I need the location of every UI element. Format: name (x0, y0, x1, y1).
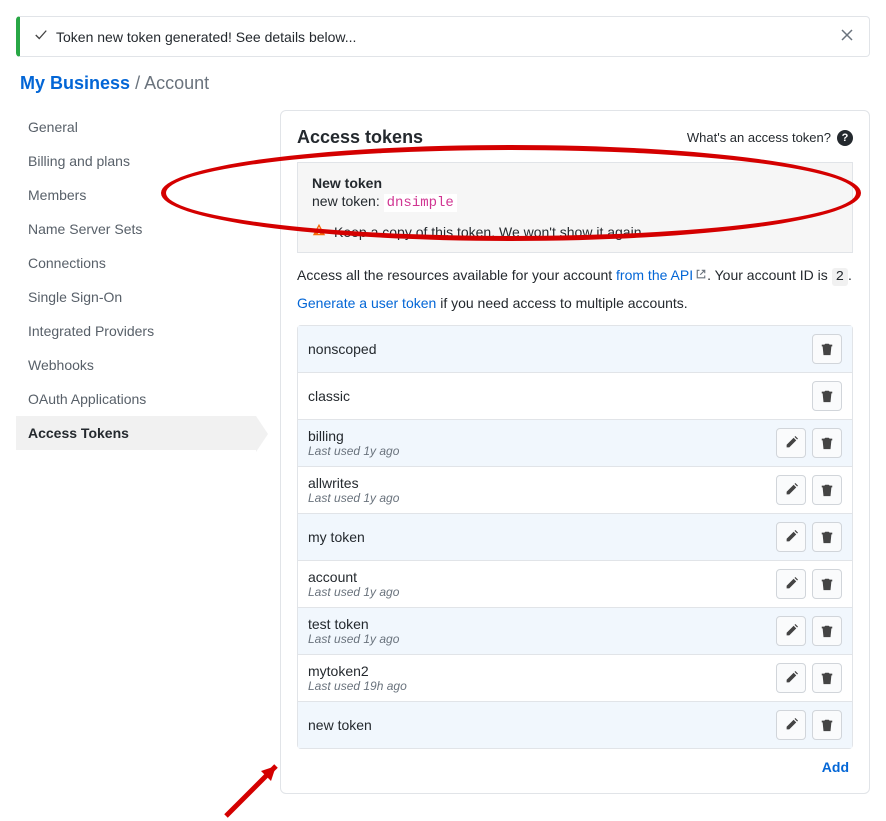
sidebar-item-billing-and-plans[interactable]: Billing and plans (16, 144, 256, 178)
delete-button[interactable] (812, 663, 842, 693)
token-row: nonscoped (298, 326, 852, 373)
token-name: classic (308, 388, 350, 404)
token-name: my token (308, 529, 365, 545)
token-name: new token (308, 717, 372, 733)
sidebar-item-integrated-providers[interactable]: Integrated Providers (16, 314, 256, 348)
warning-text: Keep a copy of this token. We won't show… (334, 224, 645, 240)
token-value: dnsimple (384, 194, 457, 212)
external-link-icon (695, 267, 707, 283)
annotation-arrow (221, 741, 301, 821)
token-meta: Last used 1y ago (308, 444, 399, 458)
token-name: allwrites (308, 475, 399, 491)
edit-button[interactable] (776, 616, 806, 646)
token-list: nonscopedclassicbillingLast used 1y agoa… (297, 325, 853, 749)
edit-button[interactable] (776, 710, 806, 740)
token-row: new token (298, 702, 852, 748)
token-row: accountLast used 1y ago (298, 561, 852, 608)
sidebar-item-name-server-sets[interactable]: Name Server Sets (16, 212, 256, 246)
edit-button[interactable] (776, 663, 806, 693)
token-name: nonscoped (308, 341, 377, 357)
sidebar-item-members[interactable]: Members (16, 178, 256, 212)
delete-button[interactable] (812, 710, 842, 740)
token-row: classic (298, 373, 852, 420)
token-meta: Last used 1y ago (308, 585, 399, 599)
token-name: mytoken2 (308, 663, 407, 679)
check-icon (34, 28, 48, 45)
api-link[interactable]: from the API (616, 267, 693, 283)
help-link[interactable]: What's an access token? ? (687, 130, 853, 146)
sidebar-item-general[interactable]: General (16, 110, 256, 144)
sidebar-item-access-tokens[interactable]: Access Tokens (16, 416, 256, 450)
delete-button[interactable] (812, 428, 842, 458)
new-token-box: New token new token: dnsimple Keep a cop… (297, 162, 853, 253)
sidebar: GeneralBilling and plansMembersName Serv… (16, 110, 256, 450)
breadcrumb: My Business / Account (16, 73, 870, 94)
edit-button[interactable] (776, 475, 806, 505)
add-button[interactable]: Add (822, 759, 849, 775)
edit-button[interactable] (776, 569, 806, 599)
user-token-line: Generate a user token if you need access… (297, 295, 853, 311)
alert-bar: Token new token generated! See details b… (16, 16, 870, 57)
alert-text: Token new token generated! See details b… (56, 29, 356, 45)
token-name: billing (308, 428, 399, 444)
sidebar-item-single-sign-on[interactable]: Single Sign-On (16, 280, 256, 314)
token-meta: Last used 1y ago (308, 632, 399, 646)
edit-button[interactable] (776, 522, 806, 552)
delete-button[interactable] (812, 334, 842, 364)
new-token-title: New token (312, 175, 838, 191)
sidebar-item-webhooks[interactable]: Webhooks (16, 348, 256, 382)
token-row: allwritesLast used 1y ago (298, 467, 852, 514)
token-name: test token (308, 616, 399, 632)
question-icon: ? (837, 130, 853, 146)
token-meta: Last used 19h ago (308, 679, 407, 693)
account-id: 2 (832, 268, 848, 286)
close-icon[interactable] (839, 27, 855, 46)
generate-user-token-link[interactable]: Generate a user token (297, 295, 436, 311)
delete-button[interactable] (812, 381, 842, 411)
token-row: billingLast used 1y ago (298, 420, 852, 467)
edit-button[interactable] (776, 428, 806, 458)
breadcrumb-org[interactable]: My Business (20, 73, 130, 93)
sidebar-item-oauth-applications[interactable]: OAuth Applications (16, 382, 256, 416)
token-meta: Last used 1y ago (308, 491, 399, 505)
delete-button[interactable] (812, 475, 842, 505)
description: Access all the resources available for y… (297, 267, 853, 285)
token-name: account (308, 569, 399, 585)
token-row: test tokenLast used 1y ago (298, 608, 852, 655)
token-row: my token (298, 514, 852, 561)
breadcrumb-page: Account (144, 73, 209, 93)
main-panel: Access tokens What's an access token? ? … (280, 110, 870, 794)
page-title: Access tokens (297, 127, 423, 148)
delete-button[interactable] (812, 616, 842, 646)
sidebar-item-connections[interactable]: Connections (16, 246, 256, 280)
delete-button[interactable] (812, 569, 842, 599)
token-row: mytoken2Last used 19h ago (298, 655, 852, 702)
delete-button[interactable] (812, 522, 842, 552)
warning-icon (312, 223, 326, 240)
